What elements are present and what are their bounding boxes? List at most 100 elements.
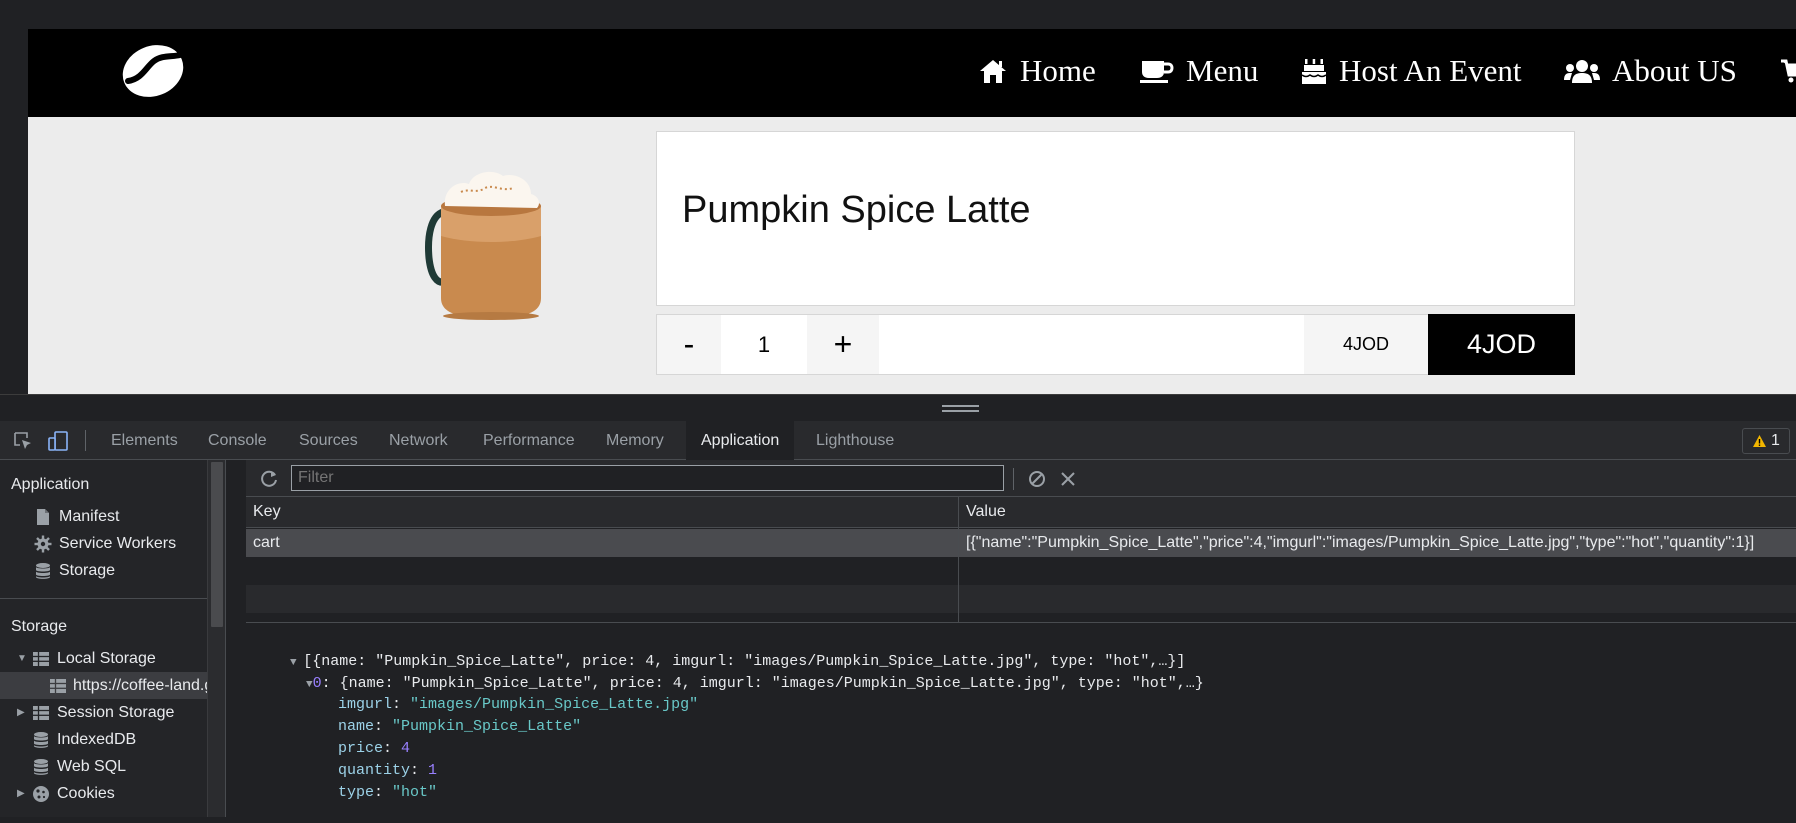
home-icon: [980, 60, 1006, 83]
sidebar-heading-application: Application: [11, 476, 90, 493]
pumpkin-spice-latte-image: [425, 171, 541, 320]
tab-lighthouse[interactable]: Lighthouse: [801, 421, 909, 460]
delete-selected-icon[interactable]: [1058, 469, 1078, 489]
preview-property: imgurl: "images/Pumpkin_Spice_Latte.jpg": [338, 696, 699, 713]
sidebar-label: Storage: [59, 561, 116, 579]
users-icon: [1564, 60, 1600, 83]
cart-icon: [1781, 59, 1796, 83]
local-storage-table: Key Value cart [{"name":"Pumpkin_Spice_L…: [246, 497, 1796, 623]
preview-root-line[interactable]: ▼ [{name: "Pumpkin_Spice_Latte", price: …: [254, 632, 1185, 670]
quantity-row: - 1 + 4JOD 4JOD: [656, 314, 1575, 375]
toolbar-divider: [1013, 468, 1014, 490]
product-title-card: Pumpkin Spice Latte: [656, 131, 1575, 306]
sidebar-item-storage[interactable]: Storage: [33, 557, 115, 584]
warnings-badge[interactable]: 1: [1742, 428, 1790, 454]
column-divider[interactable]: [958, 497, 959, 623]
value-preview-panel: ▼ [{name: "Pumpkin_Spice_Latte", price: …: [246, 624, 1796, 817]
site-navbar: Home Menu Host An Event About US: [28, 29, 1796, 117]
nav-cart[interactable]: [1780, 51, 1796, 91]
column-header-key[interactable]: Key: [246, 497, 958, 528]
collapsed-triangle-icon[interactable]: ▶: [17, 707, 31, 718]
sidebar-item-local-storage-origin[interactable]: https://coffee-land.g: [0, 672, 213, 699]
preview-property: name: "Pumpkin_Spice_Latte": [338, 718, 582, 735]
filter-input[interactable]: [291, 465, 1004, 491]
nav-home-label: Home: [1020, 53, 1096, 88]
database-icon: [36, 562, 50, 579]
devtools-tab-bar: Elements Console Sources Network Perform…: [0, 421, 1796, 460]
tab-memory[interactable]: Memory: [591, 421, 679, 460]
table-grid-icon: [33, 651, 49, 666]
tab-sources[interactable]: Sources: [284, 421, 373, 460]
table-cell-key[interactable]: cart: [246, 529, 958, 557]
devtools-resize-bar: [0, 394, 1796, 421]
table-cell-value[interactable]: [{"name":"Pumpkin_Spice_Latte","price":4…: [959, 529, 1796, 557]
nav-host-event-label: Host An Event: [1339, 53, 1522, 88]
tab-network[interactable]: Network: [374, 421, 463, 460]
sidebar-scrollbar[interactable]: [207, 460, 225, 817]
nav-about-us[interactable]: About US: [1564, 51, 1737, 91]
column-header-value[interactable]: Value: [959, 497, 1796, 528]
inspect-element-icon[interactable]: [12, 430, 34, 452]
quantity-value[interactable]: 1: [721, 315, 807, 374]
sidebar-item-web-sql[interactable]: Web SQL: [31, 753, 126, 780]
tab-performance[interactable]: Performance: [468, 421, 590, 460]
sidebar-heading-storage: Storage: [11, 618, 68, 635]
sidebar-label: IndexedDB: [57, 730, 137, 748]
application-sidebar: Application Manifest Service Workers Sto…: [0, 460, 226, 817]
nav-menu[interactable]: Menu: [1140, 51, 1258, 91]
database-icon: [34, 758, 48, 775]
gear-icon: [34, 535, 52, 552]
table-grid-icon: [50, 678, 66, 693]
sidebar-item-session-storage[interactable]: ▶ Session Storage: [17, 699, 174, 726]
birthday-cake-icon: [1301, 59, 1327, 84]
web-page: Home Menu Host An Event About US Pumpkin…: [28, 29, 1796, 394]
nav-host-event[interactable]: Host An Event: [1301, 51, 1522, 91]
refresh-icon[interactable]: [258, 468, 280, 490]
sidebar-item-local-storage[interactable]: ▼ Local Storage: [17, 645, 156, 672]
table-row-empty: [246, 557, 1796, 585]
expanded-triangle-icon[interactable]: ▼: [17, 653, 31, 664]
product-title: Pumpkin Spice Latte: [682, 189, 1031, 231]
nav-home[interactable]: Home: [978, 51, 1096, 91]
warning-icon: [1753, 435, 1767, 447]
resize-grip-icon[interactable]: [942, 405, 979, 412]
sidebar-item-cookies[interactable]: ▶ Cookies: [17, 780, 115, 807]
tab-application[interactable]: Application: [686, 421, 795, 460]
increase-quantity-button[interactable]: +: [807, 315, 879, 374]
tab-console[interactable]: Console: [193, 421, 282, 460]
nav-about-us-label: About US: [1612, 53, 1737, 88]
toolbar-divider: [85, 430, 86, 451]
database-icon: [34, 731, 48, 748]
clear-all-icon[interactable]: [1027, 469, 1047, 489]
sidebar-item-manifest[interactable]: Manifest: [33, 503, 119, 530]
table-row-empty: [246, 585, 1796, 613]
total-price-button[interactable]: 4JOD: [1428, 314, 1575, 375]
unit-price: 4JOD: [1304, 315, 1428, 374]
preview-item-line[interactable]: ▼0: {name: "Pumpkin_Spice_Latte", price:…: [270, 654, 1204, 692]
sidebar-item-indexeddb[interactable]: IndexedDB: [31, 726, 136, 753]
coffee-bean-logo-icon[interactable]: [120, 43, 186, 99]
preview-property: type: "hot": [338, 784, 438, 801]
sidebar-label: Manifest: [59, 507, 120, 525]
table-grid-icon: [33, 705, 49, 720]
cookie-icon: [33, 785, 49, 802]
sidebar-label: Web SQL: [57, 757, 127, 775]
sidebar-divider: [0, 598, 208, 599]
sidebar-label: Local Storage: [57, 649, 156, 667]
sidebar-label: Service Workers: [59, 534, 177, 552]
table-row[interactable]: cart [{"name":"Pumpkin_Spice_Latte","pri…: [246, 529, 1796, 557]
coffee-cup-icon: [1140, 61, 1174, 83]
warnings-count: 1: [1771, 432, 1780, 449]
preview-property: quantity: 1: [338, 762, 438, 779]
decrease-quantity-button[interactable]: -: [657, 315, 721, 374]
collapsed-triangle-icon[interactable]: ▶: [17, 788, 31, 799]
sidebar-label: https://coffee-land.g: [73, 676, 214, 694]
sidebar-item-service-workers[interactable]: Service Workers: [33, 530, 176, 557]
sidebar-label: Session Storage: [57, 703, 175, 721]
preview-property: price: 4: [338, 740, 411, 757]
storage-toolbar: [246, 460, 1796, 497]
sidebar-scrollbar-thumb[interactable]: [211, 462, 223, 627]
tab-elements[interactable]: Elements: [96, 421, 193, 460]
device-toolbar-icon[interactable]: [47, 430, 69, 452]
sidebar-label: Cookies: [57, 784, 115, 802]
